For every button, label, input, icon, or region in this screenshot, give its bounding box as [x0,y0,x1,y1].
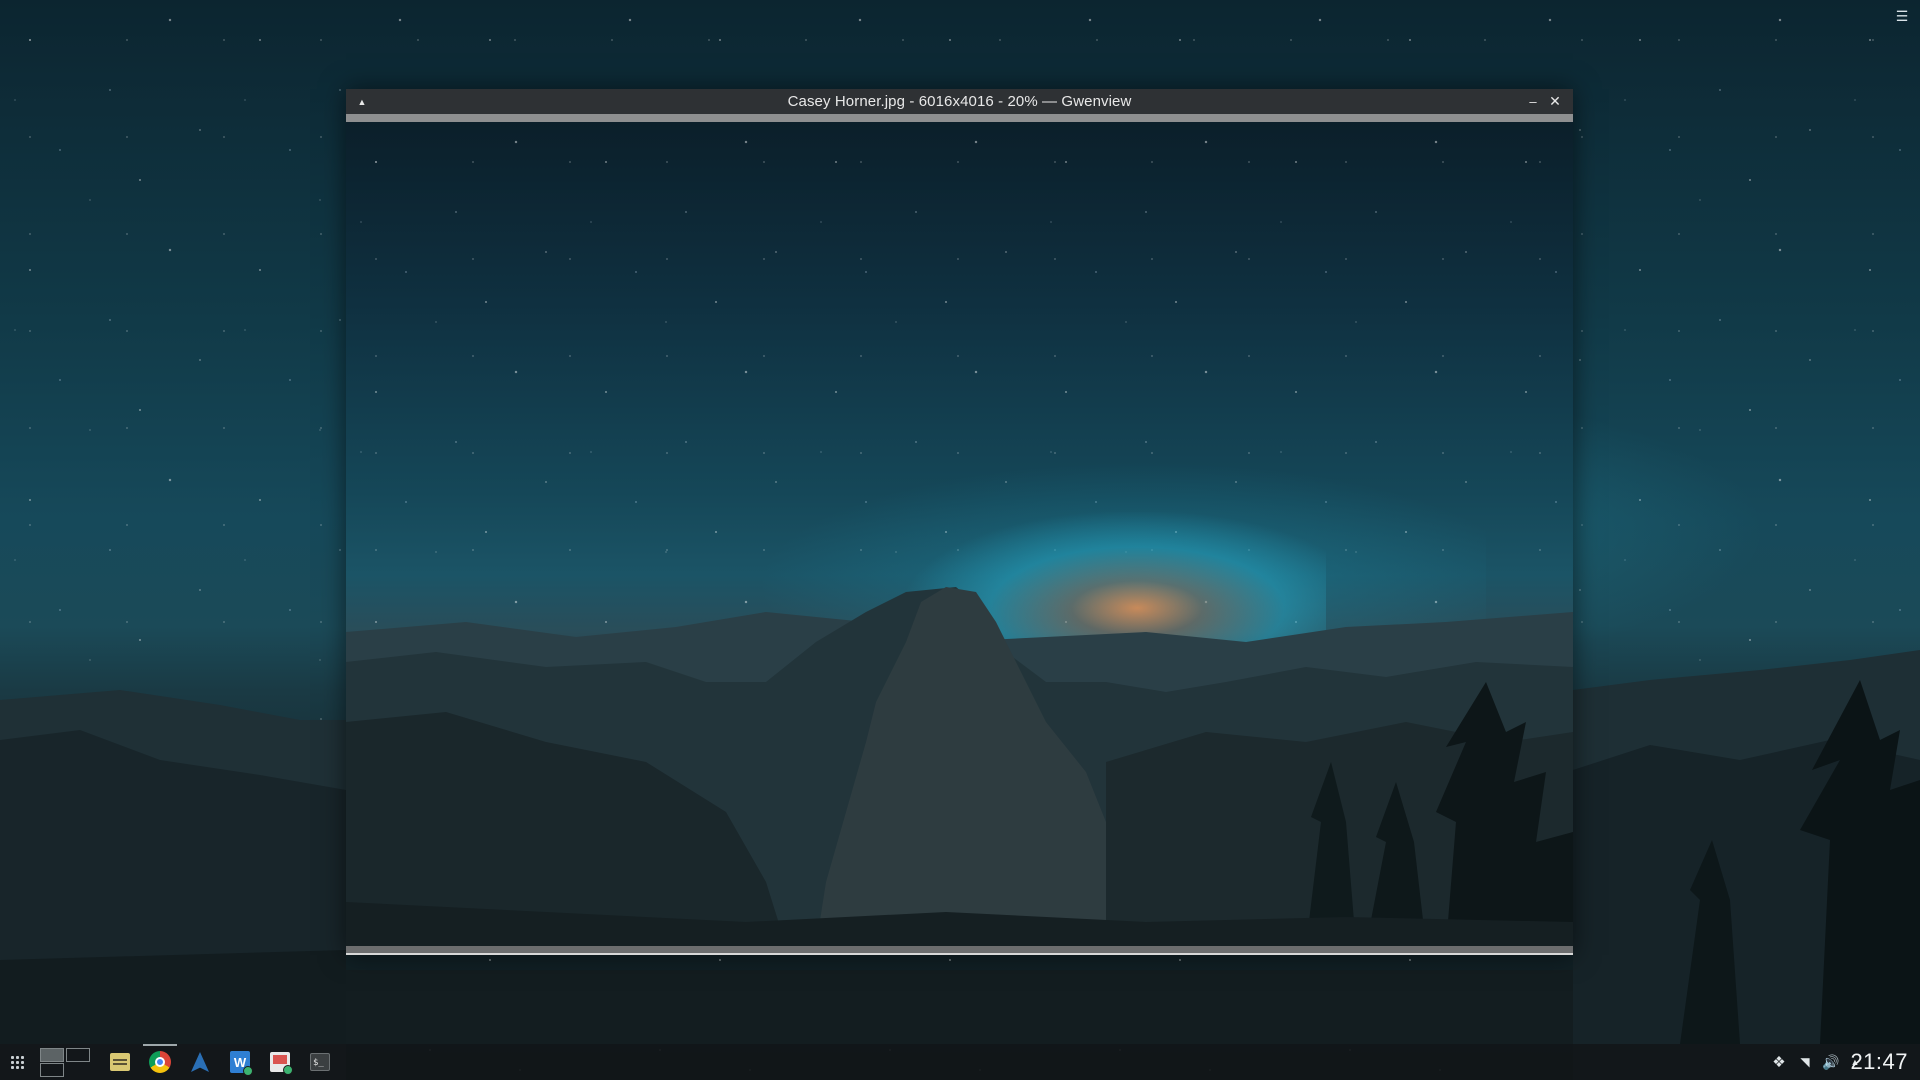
writer-task[interactable]: W [226,1044,254,1080]
desktop-menu-icon[interactable]: ☰ [1892,6,1912,26]
terminal-task[interactable]: $_ [306,1044,334,1080]
pager-desktop-2[interactable] [66,1048,90,1062]
photo-landscape [346,587,1573,946]
minimize-button[interactable]: – [1523,89,1543,114]
gwenview-window: ▲ Casey Horner.jpg - 6016x4016 - 20% — G… [346,89,1573,955]
chrome-task[interactable] [146,1044,174,1080]
window-titlebar[interactable]: ▲ Casey Horner.jpg - 6016x4016 - 20% — G… [346,89,1573,114]
viewer-bottom-border [346,946,1573,955]
file-manager-icon [110,1053,130,1071]
close-button[interactable]: ✕ [1545,89,1565,114]
taskbar: W $_ [0,1044,1920,1080]
file-manager-task[interactable] [106,1044,134,1080]
chrome-icon [149,1051,171,1073]
volume-icon[interactable]: 🔊 [1820,1044,1842,1080]
viewer-top-border [346,114,1573,122]
clock[interactable]: 21:47 [1850,1044,1908,1080]
pager-desktop-3[interactable] [40,1063,64,1077]
presentation-icon [270,1052,293,1075]
dropbox-icon[interactable]: ❖ [1768,1044,1790,1080]
desktop-wallpaper: ☰ ▲ Casey Horner.jpg - 6016x4016 - 20% —… [0,0,1920,1080]
window-title: Casey Horner.jpg - 6016x4016 - 20% — Gwe… [787,93,1132,110]
wifi-icon[interactable]: ◥ [1794,1044,1816,1080]
window-menu-button[interactable]: ▲ [352,89,372,114]
arch-icon [191,1052,209,1072]
virtual-desktop-pager[interactable] [38,1044,94,1080]
writer-icon: W [230,1051,253,1076]
presentation-task[interactable] [266,1044,294,1080]
app-launcher-icon[interactable] [6,1044,28,1080]
terminal-icon: $_ [310,1053,330,1071]
pager-desktop-1[interactable] [40,1048,64,1062]
arch-task[interactable] [186,1044,214,1080]
image-viewer[interactable] [346,122,1573,946]
